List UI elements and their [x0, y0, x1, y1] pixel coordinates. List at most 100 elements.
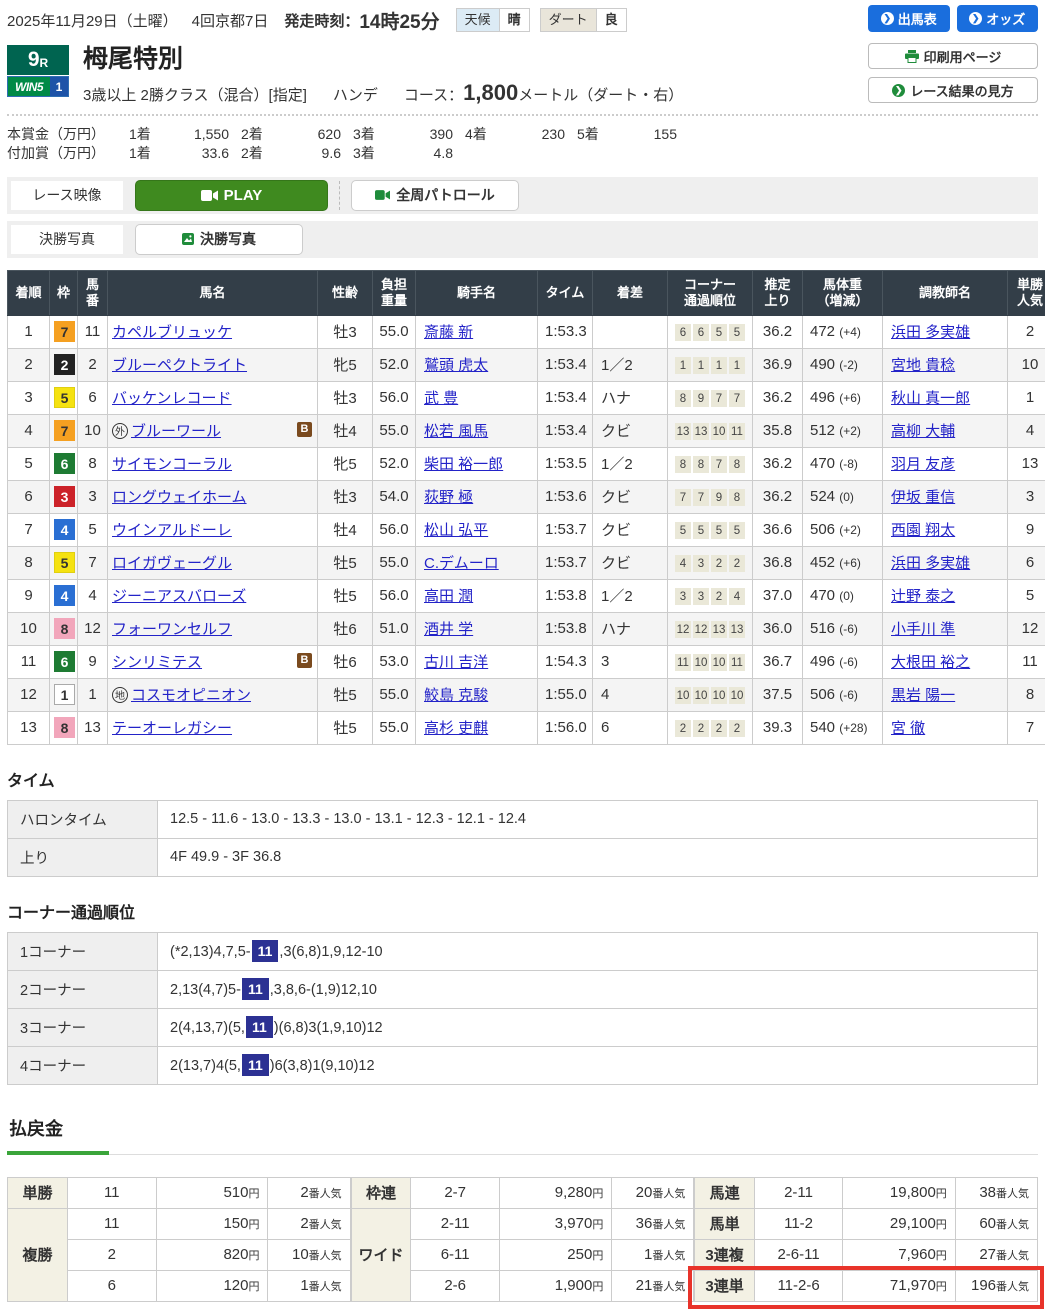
horse-link[interactable]: フォーワンセルフ [112, 621, 232, 638]
trainer-link[interactable]: 黒岩 陽一 [891, 687, 955, 704]
jockey-link[interactable]: 古川 吉洋 [424, 654, 488, 671]
trainer-link[interactable]: 西園 翔太 [891, 522, 955, 539]
corner-position: 5 [729, 522, 745, 539]
horse-link[interactable]: サイモンコーラル [112, 456, 232, 473]
trainer-link[interactable]: 宮 徹 [891, 720, 925, 737]
payout-combination: 11-2 [754, 1208, 842, 1239]
corner-position: 2 [729, 555, 745, 572]
body-weight-cell: 496 (-6) [803, 645, 883, 678]
track-label: ダート [540, 8, 596, 32]
trainer-link[interactable]: 秋山 真一郎 [891, 390, 970, 407]
finish-time: 1:53.8 [538, 579, 593, 612]
frame-number-badge: 6 [54, 453, 75, 474]
highlighted-horse-number: 11 [242, 1054, 269, 1076]
corner-positions-cell: 10101010 [668, 678, 753, 711]
finish-photo-button[interactable]: 決勝写真 [135, 224, 303, 255]
finish-position: 7 [8, 513, 50, 546]
horse-link[interactable]: コスモオピニオン [131, 687, 251, 704]
frame-number-badge: 1 [54, 684, 75, 705]
horse-link[interactable]: シンリミテス [112, 654, 202, 671]
result-guide-button[interactable]: ❯ レース結果の見方 [868, 77, 1038, 103]
estimated-last-3f: 37.0 [753, 579, 803, 612]
payout-popularity: 10番人気 [268, 1239, 350, 1270]
corner-row: 3コーナー2(4,13,7)(5,11)(6,8)3(1,9,10)12 [8, 1008, 1038, 1046]
trainer-link[interactable]: 羽月 友彦 [891, 456, 955, 473]
body-weight-cell: 512 (+2) [803, 414, 883, 447]
horse-link[interactable]: バッケンレコード [112, 390, 232, 407]
blinker-badge: B [297, 422, 312, 437]
time-row-label: 上り [8, 838, 158, 876]
horse-number: 6 [78, 381, 108, 414]
trainer-link[interactable]: 高柳 大輔 [891, 423, 955, 440]
prize-value: 9.6 [279, 144, 341, 163]
body-weight-cell: 452 (+6) [803, 546, 883, 579]
odds-button[interactable]: ❯ オッズ [957, 5, 1039, 32]
corner-position: 2 [711, 720, 727, 737]
added-prize-values: 1着33.62着9.63着4.8 [117, 144, 453, 163]
jockey-link[interactable]: C.デムーロ [424, 555, 499, 572]
finish-position: 10 [8, 612, 50, 645]
estimated-last-3f: 36.2 [753, 447, 803, 480]
results-body: 1711カペルブリュッケ牡355.0斎藤 新1:53.3665536.2472 … [8, 315, 1045, 744]
jockey-link[interactable]: 柴田 裕一郎 [424, 456, 503, 473]
horse-link[interactable]: ジーニアスバローズ [112, 588, 246, 605]
jockey-link[interactable]: 斎藤 新 [424, 324, 473, 341]
start-time-label: 発走時刻： [284, 10, 359, 31]
results-column-header: 性齢 [318, 270, 373, 315]
corner-positions-cell: 7798 [668, 480, 753, 513]
play-button[interactable]: PLAY [135, 180, 328, 211]
entries-button[interactable]: ❯ 出馬表 [868, 5, 950, 32]
horse-link[interactable]: ブルーワール [131, 423, 221, 440]
horse-link[interactable]: カペルブリュッケ [112, 324, 232, 341]
payout-popularity: 20番人気 [612, 1177, 694, 1208]
frame-cell: 8 [50, 612, 78, 645]
frame-cell: 1 [50, 678, 78, 711]
trainer-link[interactable]: 辻野 泰之 [891, 588, 955, 605]
jockey-link[interactable]: 高田 潤 [424, 588, 473, 605]
trainer-link[interactable]: 伊坂 重信 [891, 489, 955, 506]
jockey-link[interactable]: 高杉 吏麒 [424, 720, 488, 737]
frame-number-badge: 2 [54, 354, 75, 375]
corner-order-value: 2(4,13,7)(5,11)(6,8)3(1,9,10)12 [158, 1008, 1038, 1046]
jockey-link[interactable]: 荻野 極 [424, 489, 473, 506]
corner-position: 13 [693, 423, 709, 440]
result-row: 633ロングウェイホーム牡354.0荻野 極1:53.6クビ779836.252… [8, 480, 1045, 513]
trainer-link[interactable]: 浜田 多実雄 [891, 555, 970, 572]
jockey-link[interactable]: 鮫島 克駿 [424, 687, 488, 704]
jockey-cell: 高田 潤 [416, 579, 538, 612]
horse-link[interactable]: テーオーレガシー [112, 720, 232, 737]
margin: クビ [593, 513, 668, 546]
trainer-link[interactable]: 浜田 多実雄 [891, 324, 970, 341]
jockey-link[interactable]: 武 豊 [424, 390, 458, 407]
horse-number: 5 [78, 513, 108, 546]
corner-positions-cell: 5555 [668, 513, 753, 546]
jockey-link[interactable]: 酒井 学 [424, 621, 473, 638]
results-column-header: 馬体重 （増減） [803, 270, 883, 315]
corner-positions-cell: 12121313 [668, 612, 753, 645]
corner-positions-cell: 6655 [668, 315, 753, 348]
trainer-cell: 浜田 多実雄 [883, 315, 1008, 348]
payout-popularity: 2番人気 [268, 1208, 350, 1239]
trainer-link[interactable]: 小手川 準 [891, 621, 955, 638]
horse-link[interactable]: ウインアルドーレ [112, 522, 232, 539]
horse-link[interactable]: ロイガヴェーグル [112, 555, 232, 572]
prize-value: 390 [391, 125, 453, 144]
trainer-link[interactable]: 宮地 貴稔 [891, 357, 955, 374]
horse-link[interactable]: ブルーペクトライト [112, 357, 247, 374]
patrol-video-button[interactable]: 全周パトロール [351, 180, 519, 211]
jockey-link[interactable]: 松若 風馬 [424, 423, 488, 440]
course-distance: 1,800 [463, 80, 518, 106]
payout-row: ワイド2-113,970円36番人気 [351, 1208, 694, 1239]
jockey-link[interactable]: 松山 弘平 [424, 522, 488, 539]
jockey-cell: 古川 吉洋 [416, 645, 538, 678]
body-weight-diff: (-2) [839, 358, 858, 372]
trainer-link[interactable]: 大根田 裕之 [891, 654, 970, 671]
jockey-link[interactable]: 鷲頭 虎太 [424, 357, 488, 374]
results-column-header: 単勝 人気 [1008, 270, 1045, 315]
blinker-badge: B [297, 653, 312, 668]
horse-link[interactable]: ロングウェイホーム [112, 489, 247, 506]
corner-row-label: 2コーナー [8, 970, 158, 1008]
payout-bet-type: 馬連 [695, 1177, 755, 1208]
print-page-button[interactable]: 印刷用ページ [868, 43, 1038, 69]
body-weight-diff: (+6) [839, 556, 861, 570]
